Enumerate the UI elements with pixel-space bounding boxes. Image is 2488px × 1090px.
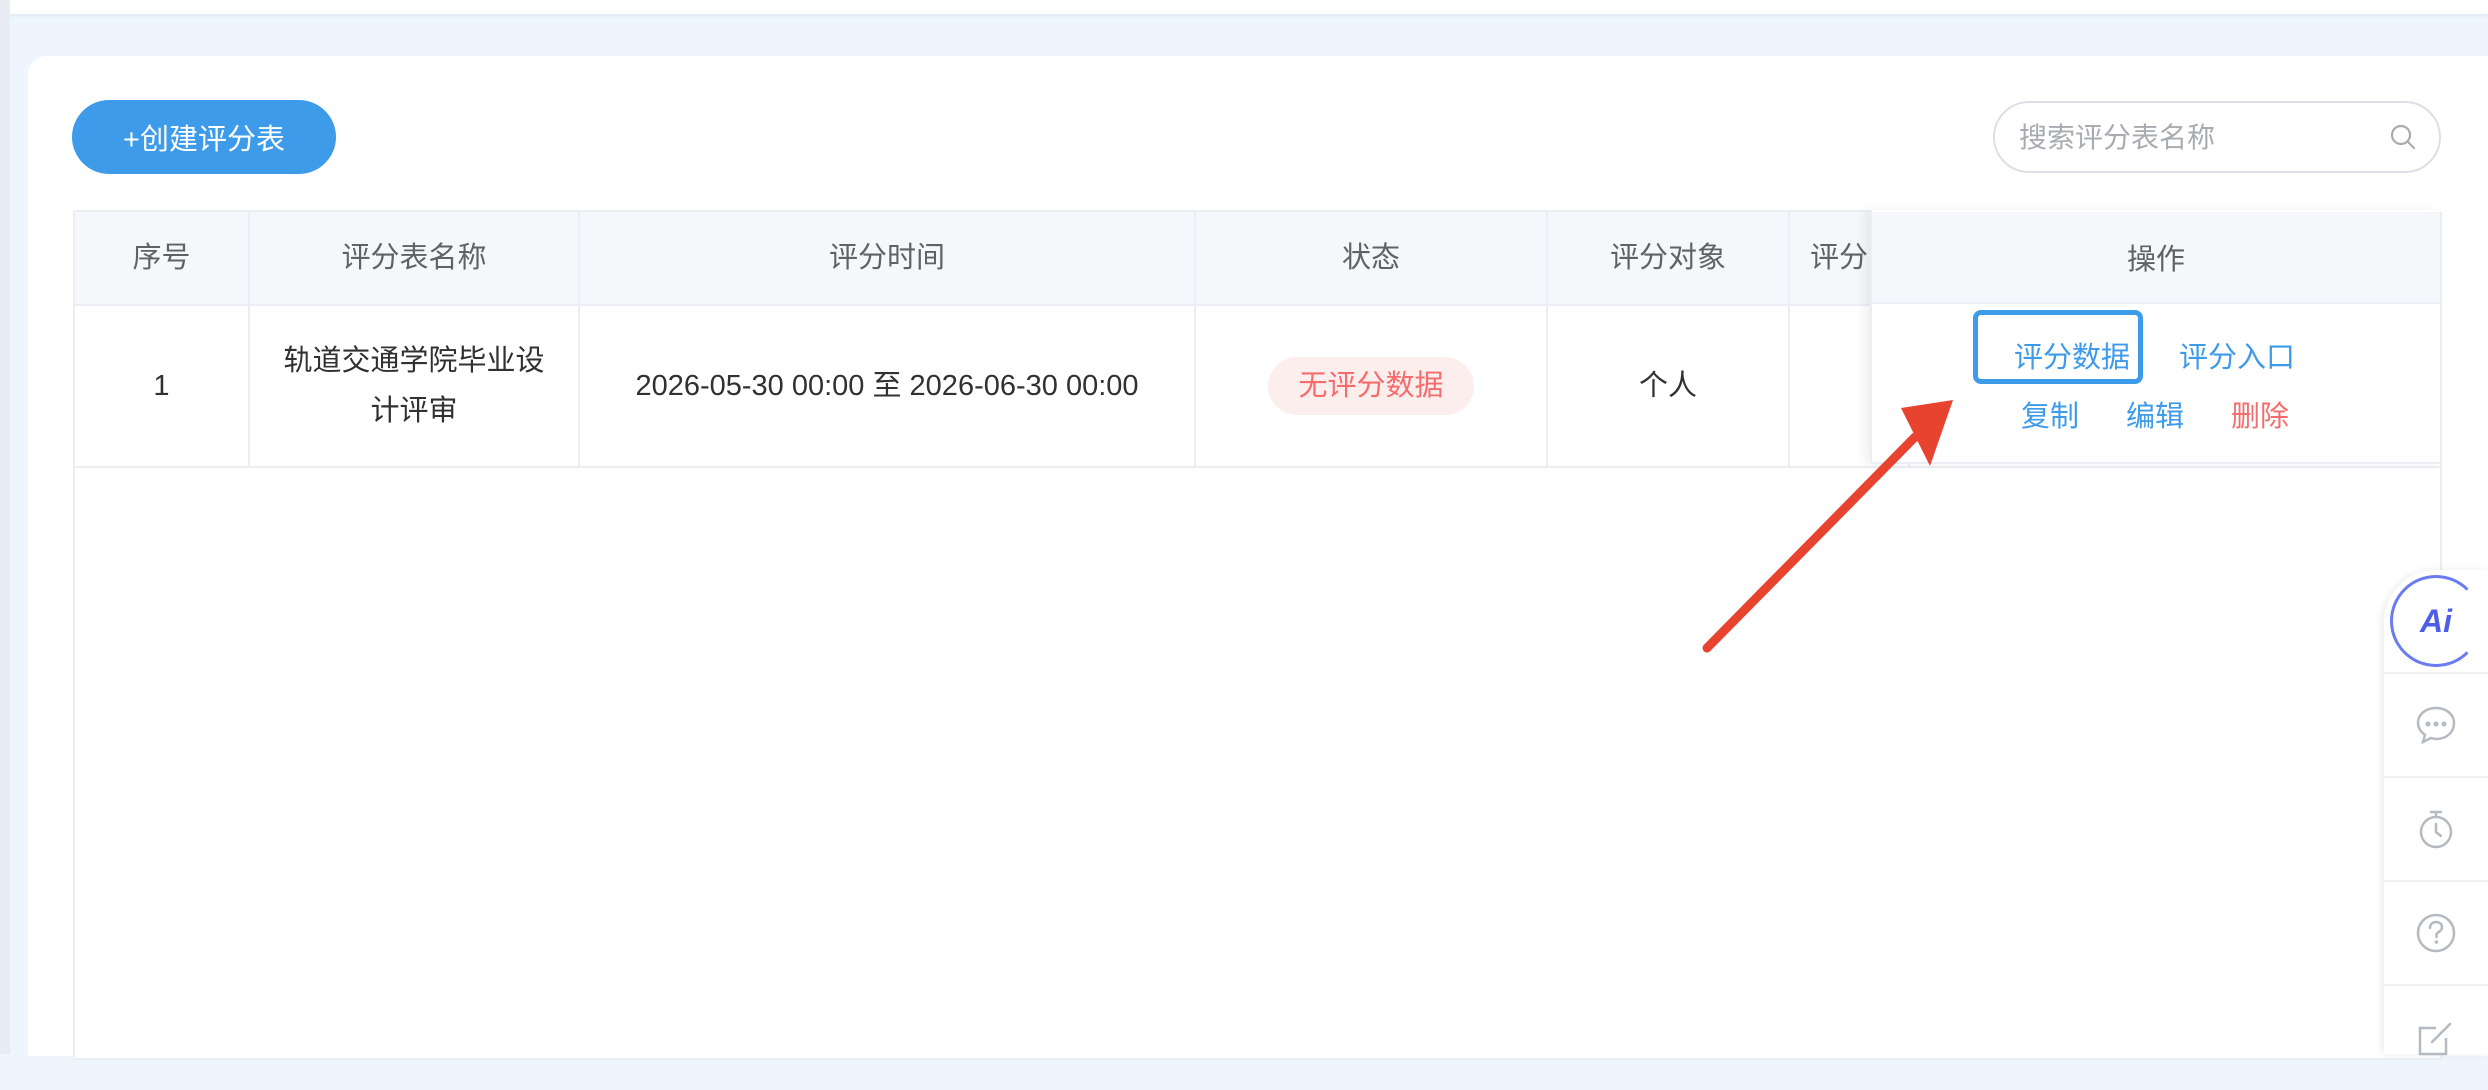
- top-bar: [0, 0, 2488, 14]
- edit-link[interactable]: 编辑: [2126, 393, 2184, 435]
- row-name: 轨道交通学院毕业设计评审: [250, 306, 580, 466]
- edit-icon: [2418, 1022, 2452, 1056]
- copy-link[interactable]: 复制: [2021, 393, 2079, 435]
- row-index: 1: [75, 306, 250, 466]
- help-button[interactable]: [2384, 882, 2488, 986]
- timer-icon: [2419, 810, 2453, 849]
- timer-button[interactable]: [2384, 778, 2488, 882]
- help-icon: [2416, 913, 2456, 953]
- row-target: 个人: [1548, 306, 1790, 466]
- delete-link[interactable]: 删除: [2231, 393, 2289, 435]
- ai-button[interactable]: Ai: [2384, 570, 2488, 674]
- header-time: 评分时间: [580, 212, 1196, 304]
- row-status-cell: 无评分数据: [1196, 306, 1548, 466]
- search-input[interactable]: [2017, 103, 2381, 173]
- ai-label: Ai: [2420, 602, 2452, 639]
- side-toolbar: Ai: [2384, 570, 2488, 1056]
- header-status: 状态: [1196, 212, 1548, 304]
- chat-icon: [2416, 706, 2456, 745]
- score-entry-link[interactable]: 评分入口: [2179, 334, 2295, 376]
- ai-icon: Ai: [2390, 575, 2482, 667]
- highlight-box: [1973, 310, 2143, 384]
- header-target: 评分对象: [1548, 212, 1790, 304]
- edit-tool-button[interactable]: [2384, 986, 2488, 1090]
- row-time: 2026-05-30 00:00 至 2026-06-30 00:00: [580, 306, 1196, 466]
- header-name: 评分表名称: [250, 212, 580, 304]
- search-box: [1993, 101, 2441, 173]
- create-scoresheet-button[interactable]: +创建评分表: [72, 100, 336, 174]
- header-index: 序号: [75, 212, 250, 304]
- actions-cell: [1872, 304, 2442, 464]
- search-icon[interactable]: [2389, 123, 2417, 151]
- left-edge: [0, 0, 10, 1054]
- chat-button[interactable]: [2384, 674, 2488, 778]
- header-actions: 操作: [1872, 212, 2442, 304]
- status-badge: 无评分数据: [1268, 357, 1474, 415]
